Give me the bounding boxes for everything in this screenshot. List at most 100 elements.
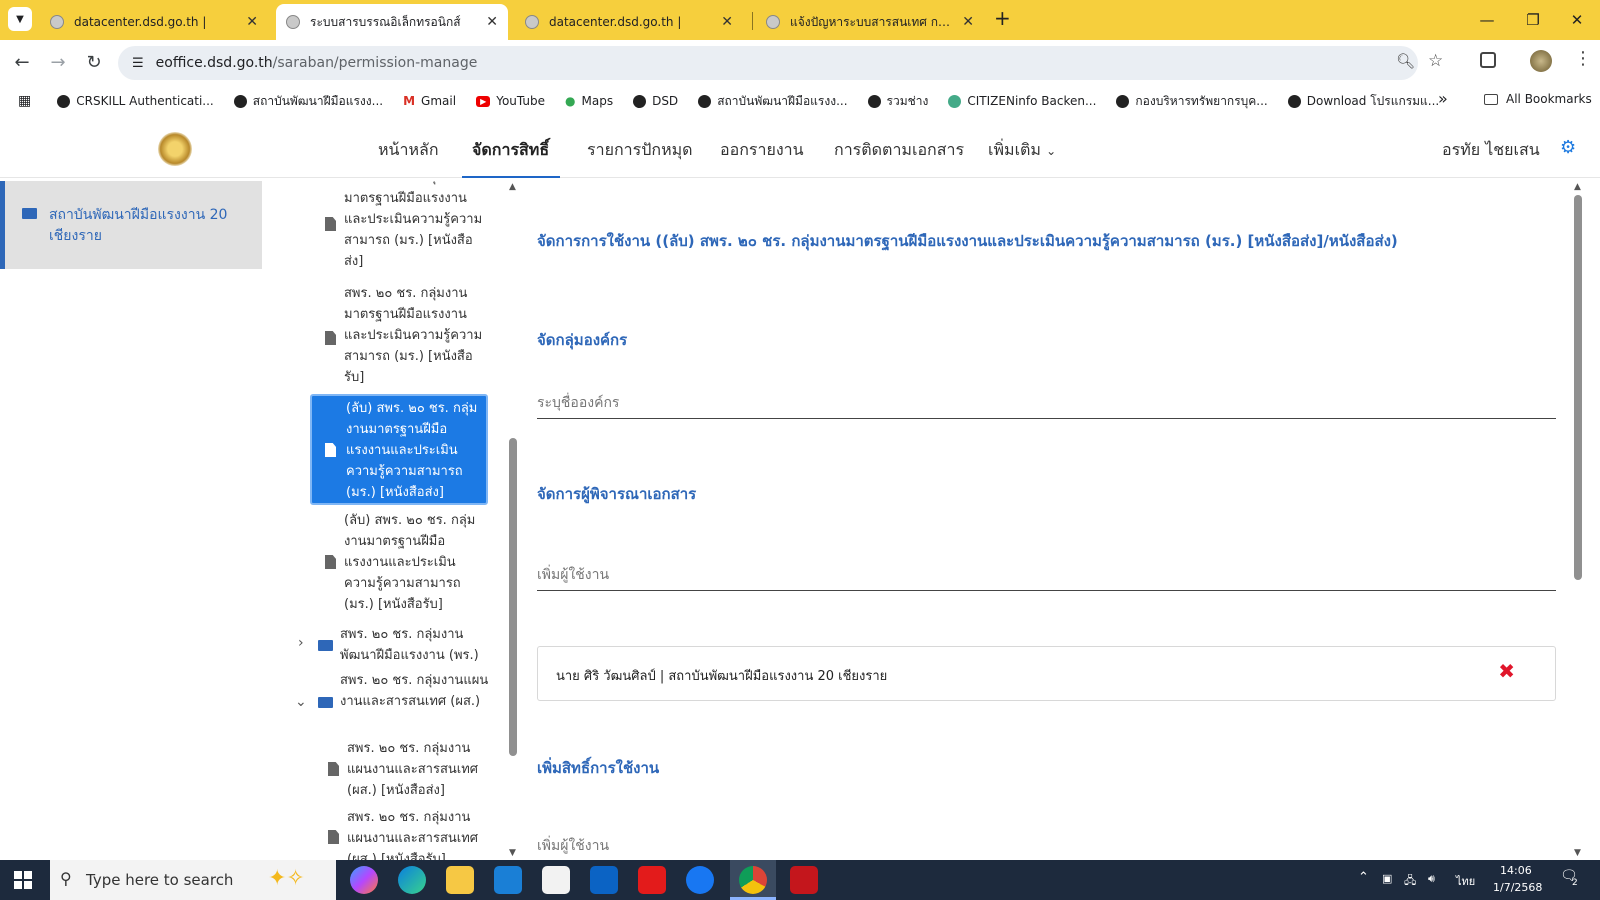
tree-node[interactable]: สพร. ๒๐ ชร. กลุ่มงานพัฒนาฝีมือแรงงาน (พร… — [340, 624, 490, 666]
user-name[interactable]: อรทัย ไชยเสน — [1442, 138, 1540, 163]
close-icon[interactable]: ✕ — [486, 14, 498, 30]
close-icon[interactable]: ✕ — [721, 14, 733, 30]
facebook-icon[interactable] — [686, 866, 714, 894]
add-permission-user-input[interactable] — [537, 822, 1556, 862]
zoom-icon[interactable]: 🔍︎ — [1396, 52, 1415, 70]
taskbar-search-box[interactable]: ⚲ Type here to search ✦✧ — [50, 860, 336, 900]
close-icon[interactable]: ✕ — [962, 14, 974, 30]
nav-pinned[interactable]: รายการปักหมุด — [587, 138, 693, 163]
tree-scroll-down-arrow[interactable]: ▼ — [509, 848, 516, 858]
clock-date[interactable]: 1/7/2568 — [1493, 881, 1542, 894]
add-reviewer-input[interactable] — [537, 551, 1556, 591]
globe-icon — [948, 94, 962, 108]
windows-start-icon[interactable] — [14, 871, 32, 889]
extensions-icon[interactable] — [1480, 52, 1496, 68]
browser-tab-4[interactable]: แจ้งปัญหาระบบสารสนเทศ กรมพัฒนฯ ✕ — [756, 4, 984, 40]
site-favicon — [286, 15, 300, 29]
back-icon[interactable]: ← — [8, 48, 36, 76]
profile-avatar[interactable] — [1530, 50, 1552, 72]
bookmark-item[interactable]: ▶ YouTube — [476, 94, 545, 108]
forward-icon[interactable]: → — [44, 48, 72, 76]
bookmark-item[interactable]: สถาบันพัฒนาฝีมือแรงง... — [233, 92, 383, 111]
all-bookmarks-button[interactable]: All Bookmarks — [1484, 92, 1592, 106]
store-icon[interactable] — [542, 866, 570, 894]
nav-document-tracking[interactable]: การติดตามเอกสาร — [834, 138, 964, 163]
bookmark-item[interactable]: สถาบันพัฒนาฝีมือแรงง... — [698, 92, 848, 111]
restore-icon[interactable]: ❐ — [1510, 0, 1556, 40]
tree-node[interactable]: สพร. ๒๐ ชร. กลุ่มงานแผนงานและสารสนเทศ (ผ… — [347, 738, 489, 801]
tree-node[interactable]: สพร. ๒๐ ชร. กลุ่มงานแผนงานและสารสนเทศ (ผ… — [347, 807, 489, 861]
bookmark-item[interactable]: CRSKILL Authenticati... — [57, 94, 214, 108]
address-bar[interactable]: ☰ eoffice.dsd.go.th/saraban/permission-m… — [118, 46, 1443, 80]
browser-tab-3[interactable]: datacenter.dsd.go.th | ✕ — [515, 4, 743, 40]
nav-more[interactable]: เพิ่มเติม ⌄ — [988, 138, 1056, 163]
chevron-up-icon[interactable]: ⌃ — [1358, 870, 1369, 885]
tree-node[interactable]: (ลับ) สพร. ๒๐ ชร. กลุ่มงานมาตรฐานฝีมือแร… — [344, 510, 486, 615]
site-favicon — [525, 15, 539, 29]
tree-scrollbar-thumb[interactable] — [509, 438, 517, 756]
sidebar-item-label: สถาบันพัฒนาฝีมือแรงงาน 20 เชียงราย — [49, 207, 228, 244]
settings-gear-icon[interactable]: ⚙ — [1560, 137, 1576, 158]
sidebar-item-org[interactable]: สถาบันพัฒนาฝีมือแรงงาน 20 เชียงราย — [0, 181, 262, 269]
minimize-icon[interactable]: — — [1464, 0, 1510, 40]
acrobat-icon[interactable] — [790, 866, 818, 894]
file-icon — [328, 762, 339, 776]
dsd-logo — [158, 132, 192, 166]
tree-node[interactable]: สพร. ๒๐ ชร. กลุ่มงานแผนงานและสารสนเทศ (ผ… — [340, 670, 490, 712]
copilot-icon[interactable] — [350, 866, 378, 894]
bookmark-item[interactable]: Download โปรแกรมแ... — [1287, 92, 1439, 111]
youtube-icon[interactable] — [638, 866, 666, 894]
folder-icon — [1484, 93, 1498, 105]
org-name-input[interactable] — [537, 379, 1556, 419]
chevron-down-icon: ⌄ — [1046, 144, 1057, 158]
page-scroll-up-arrow[interactable]: ▲ — [1574, 182, 1581, 192]
tree-node[interactable]: สพร. ๒๐ ชร. กลุ่มงานมาตรฐานฝีมือแรงงานแล… — [344, 283, 486, 388]
outlook-icon[interactable] — [590, 866, 618, 894]
bookmarks-overflow-button[interactable]: » — [1438, 89, 1448, 108]
clock-time[interactable]: 14:06 — [1500, 864, 1532, 877]
globe-icon — [633, 94, 647, 108]
bookmark-item[interactable]: M Gmail — [403, 94, 456, 108]
apps-grid-icon[interactable]: ▦ — [18, 93, 31, 109]
chevron-right-icon[interactable]: › — [298, 635, 304, 651]
folder-open-icon — [318, 697, 333, 708]
reload-icon[interactable]: ↻ — [80, 48, 108, 76]
add-permission-heading: เพิ่มสิทธิ์การใช้งาน — [537, 759, 660, 777]
bookmark-item[interactable]: CITIZENinfo Backen... — [948, 94, 1096, 108]
site-favicon — [50, 15, 64, 29]
tree-scroll-up-arrow[interactable]: ▲ — [509, 182, 516, 192]
nav-manage-permissions[interactable]: จัดการสิทธิ์ — [472, 138, 549, 163]
bookmark-item[interactable]: กองบริหารทรัพยากรบุค... — [1116, 92, 1268, 111]
delete-x-icon[interactable]: ✖ — [1498, 659, 1515, 683]
app-icon[interactable] — [494, 866, 522, 894]
file-explorer-icon[interactable] — [446, 866, 474, 894]
browser-tab-1[interactable]: datacenter.dsd.go.th | ✕ — [40, 4, 268, 40]
chevron-down-icon[interactable]: ⌄ — [295, 694, 307, 710]
site-info-icon[interactable]: ☰ — [132, 56, 144, 71]
page-scrollbar-thumb[interactable] — [1574, 195, 1582, 580]
window-close-icon[interactable]: ✕ — [1554, 0, 1600, 40]
nav-home[interactable]: หน้าหลัก — [378, 138, 439, 163]
chrome-icon[interactable] — [739, 866, 767, 894]
tree-node[interactable]: สพร. ๒๐ ชร. กลุ่มงานมาตรฐานฝีมือแรงงานแล… — [344, 181, 486, 272]
notification-count-badge: 2 — [1572, 878, 1578, 888]
language-indicator[interactable]: ไทย — [1456, 872, 1475, 890]
menu-kebab-icon[interactable]: ⋮ — [1574, 48, 1592, 69]
tree-node-selected[interactable]: (ลับ) สพร. ๒๐ ชร. กลุ่มงานมาตรฐานฝีมือแร… — [310, 394, 488, 505]
site-favicon — [766, 15, 780, 29]
bookmark-item[interactable]: DSD — [633, 94, 678, 108]
file-icon — [328, 830, 339, 844]
tab-search-button[interactable]: ▼ — [8, 7, 32, 31]
bookmark-item[interactable]: รวมช่าง — [867, 92, 928, 111]
bookmark-item[interactable]: ● Maps — [565, 94, 613, 108]
browser-tab-2[interactable]: ระบบสารบรรณอิเล็กทรอนิกส์ ✕ — [276, 4, 508, 40]
page-scroll-down-arrow[interactable]: ▼ — [1574, 848, 1581, 858]
bookmark-star-icon[interactable]: ☆ — [1428, 51, 1443, 71]
nav-reports[interactable]: ออกรายงาน — [720, 138, 804, 163]
new-tab-button[interactable]: + — [994, 6, 1011, 30]
edge-icon[interactable] — [398, 866, 426, 894]
volume-icon[interactable]: 🔊︎ — [1428, 872, 1435, 886]
close-icon[interactable]: ✕ — [246, 14, 258, 30]
network-icon[interactable]: 🖧︎ — [1404, 872, 1416, 891]
meet-now-icon[interactable]: ▣ — [1382, 872, 1392, 885]
